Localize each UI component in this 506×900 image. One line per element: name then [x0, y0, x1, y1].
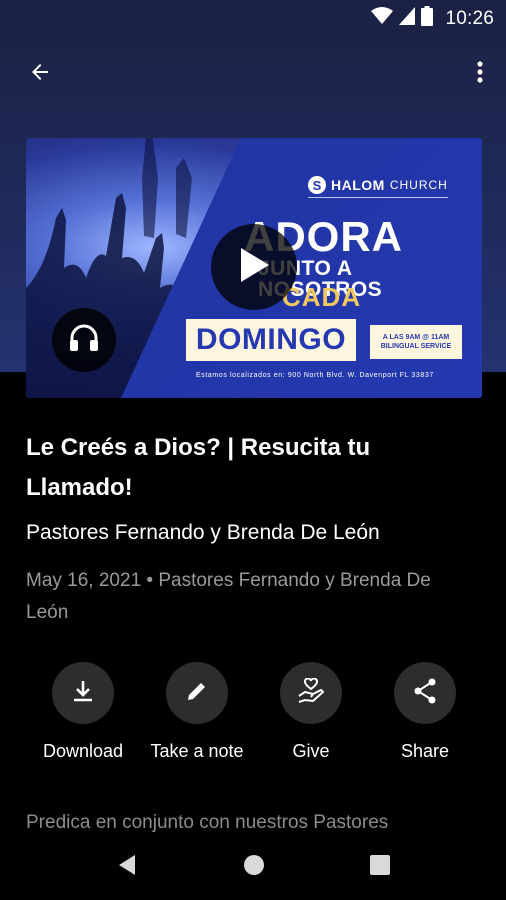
sermon-description: Predica en conjunto con nuestros Pastore…: [26, 812, 389, 833]
sermon-speaker: Pastores Fernando y Brenda De León: [26, 521, 380, 544]
nav-recents-icon: [370, 854, 390, 880]
logo-divider: [308, 197, 448, 198]
nav-home-button[interactable]: [239, 852, 269, 882]
status-time: 10:26: [445, 7, 494, 29]
logo-name: HALOM: [331, 177, 385, 193]
wifi-icon: [371, 7, 394, 30]
back-button[interactable]: [20, 56, 60, 92]
sermon-meta: May 16, 2021 • Pastores Fernando y Brend…: [26, 570, 431, 623]
status-bar: 10:26: [0, 0, 506, 36]
arrow-back-icon: [28, 60, 52, 89]
share-icon: [413, 678, 437, 709]
sermon-artwork: S HALOM CHURCH ADORA JUNTO A NOSOTROS CA…: [26, 138, 482, 398]
artwork-cada: CADA: [282, 282, 362, 312]
action-row: Download Take a note Give Share: [0, 662, 506, 772]
cellular-signal-icon: [399, 7, 416, 30]
pencil-icon: [186, 680, 208, 707]
artwork-day: DOMINGO: [195, 323, 347, 356]
logo-mark: S: [308, 176, 326, 194]
give-circle[interactable]: [280, 662, 342, 724]
give-heart-hand-icon: [297, 676, 325, 709]
take-note-button[interactable]: Take a note: [137, 662, 257, 762]
artwork-day-box: DOMINGO: [186, 319, 356, 361]
status-icons: 10:26: [371, 6, 494, 31]
nav-home-icon: [243, 854, 265, 881]
download-circle[interactable]: [52, 662, 114, 724]
nav-recents-button[interactable]: [365, 852, 395, 882]
download-button[interactable]: Download: [23, 662, 143, 762]
audio-button[interactable]: [52, 308, 116, 372]
artwork-service-box: A LAS 9AM @ 11AM BILINGUAL SERVICE: [370, 325, 462, 359]
app-bar: [0, 44, 506, 104]
download-icon: [72, 679, 94, 708]
church-logo: S HALOM CHURCH: [308, 176, 448, 194]
sermon-title: Le Creés a Dios? | Resucita tu Llamado!: [26, 434, 371, 501]
headphones-icon: [69, 324, 99, 357]
nav-back-icon: [117, 854, 137, 881]
give-label: Give: [292, 741, 330, 761]
share-button[interactable]: Share: [365, 662, 485, 762]
battery-icon: [421, 6, 434, 31]
share-circle[interactable]: [394, 662, 456, 724]
system-nav-bar: [0, 832, 506, 900]
artwork-service-time: A LAS 9AM @ 11AM: [382, 333, 450, 341]
play-icon: [237, 246, 271, 289]
more-options-button[interactable]: [468, 56, 492, 92]
take-note-circle[interactable]: [166, 662, 228, 724]
play-button[interactable]: [211, 224, 297, 310]
more-vert-icon: [477, 60, 483, 89]
artwork-service-type: BILINGUAL SERVICE: [380, 343, 452, 350]
share-label: Share: [400, 741, 450, 761]
take-note-label: Take a note: [150, 741, 244, 761]
download-label: Download: [42, 741, 124, 761]
artwork-address: Estamos localizados en: 900 North Blvd. …: [196, 372, 434, 379]
nav-back-button[interactable]: [112, 852, 142, 882]
logo-suffix: CHURCH: [389, 178, 448, 192]
give-button[interactable]: Give: [251, 662, 371, 762]
